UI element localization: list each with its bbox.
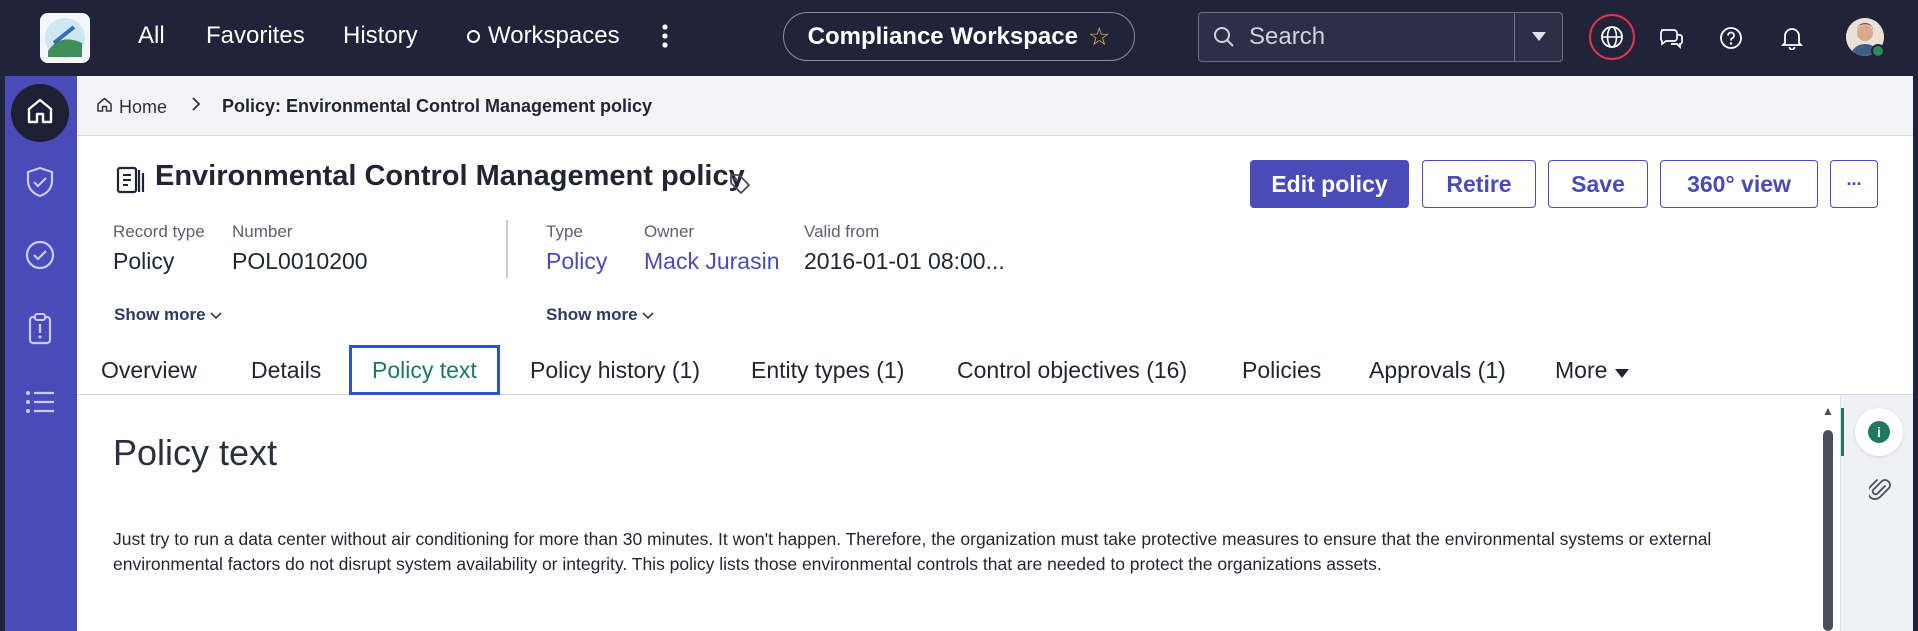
chevron-down-small-icon <box>642 305 654 324</box>
more-menu-icon[interactable] <box>660 22 670 57</box>
home-small-icon <box>96 96 113 118</box>
view-360-button[interactable]: 360° view <box>1660 160 1818 208</box>
tab-more[interactable]: More <box>1555 345 1630 395</box>
tab-approvals[interactable]: Approvals (1) <box>1369 345 1506 395</box>
valid-from-value: 2016-01-01 08:00... <box>804 248 1005 274</box>
tab-policy-history[interactable]: Policy history (1) <box>530 345 700 395</box>
breadcrumb-home[interactable]: Home <box>96 96 167 118</box>
number-value: POL0010200 <box>232 248 368 274</box>
save-button[interactable]: Save <box>1548 160 1648 208</box>
tab-details[interactable]: Details <box>251 345 321 395</box>
more-actions-button[interactable]: ··· <box>1830 160 1878 208</box>
app-logo[interactable] <box>40 13 90 63</box>
show-more-label: Show more <box>546 305 638 324</box>
show-more-left[interactable]: Show more <box>114 305 222 325</box>
show-more-label: Show more <box>114 305 206 324</box>
breadcrumb-home-label: Home <box>119 96 168 117</box>
home-icon <box>24 95 56 132</box>
search-input[interactable]: Search <box>1249 23 1325 51</box>
globe-icon[interactable] <box>1589 14 1635 60</box>
breadcrumb-current: Policy: Environmental Control Management… <box>222 96 653 116</box>
favorite-star-icon[interactable]: ☆ <box>1088 22 1110 52</box>
list-icon[interactable] <box>21 383 59 421</box>
global-search[interactable]: Search <box>1198 12 1563 62</box>
tag-icon[interactable] <box>728 172 752 201</box>
search-scope-dropdown[interactable] <box>1514 13 1562 61</box>
workspace-title: Compliance Workspace <box>807 22 1078 50</box>
chat-icon[interactable] <box>1653 20 1689 56</box>
edit-policy-button[interactable]: Edit policy <box>1250 160 1409 208</box>
type-link[interactable]: Policy <box>546 248 607 275</box>
workspaces-circle-icon <box>467 29 480 43</box>
field-divider <box>506 220 508 278</box>
caret-down-icon <box>1615 357 1630 384</box>
record-tabs: Overview Details Policy text Policy hist… <box>77 345 1918 395</box>
page-title: Environmental Control Management policy <box>155 160 745 192</box>
nav-favorites[interactable]: Favorites <box>206 22 305 50</box>
tab-policies[interactable]: Policies <box>1242 345 1321 395</box>
record-type-label: Record type <box>113 222 205 241</box>
show-more-right[interactable]: Show more <box>546 305 654 325</box>
number-label: Number <box>232 222 293 241</box>
info-icon: i <box>1868 421 1890 443</box>
nav-history[interactable]: History <box>343 22 418 50</box>
tab-overview[interactable]: Overview <box>101 345 197 395</box>
record-type-value: Policy <box>113 248 175 274</box>
rail-edge <box>0 76 5 631</box>
left-rail <box>0 76 77 631</box>
owner-link[interactable]: Mack Jurasin <box>644 248 779 275</box>
type-label: Type <box>546 222 583 241</box>
window-frame-right <box>1913 76 1918 631</box>
owner-label: Owner <box>644 222 695 241</box>
tab-more-label: More <box>1555 356 1608 383</box>
shield-check-icon[interactable] <box>21 163 59 201</box>
rail-home-button[interactable] <box>11 84 69 142</box>
retire-button[interactable]: Retire <box>1422 160 1536 208</box>
clipboard-alert-icon[interactable] <box>21 310 59 348</box>
chevron-right-icon <box>190 94 202 120</box>
chevron-down-icon <box>1531 28 1546 46</box>
info-panel-button[interactable]: i <box>1855 408 1903 456</box>
bell-icon[interactable] <box>1774 20 1810 56</box>
nav-all[interactable]: All <box>138 22 165 50</box>
help-icon[interactable] <box>1713 20 1749 56</box>
nav-workspaces[interactable]: Workspaces <box>467 22 620 50</box>
workspace-selector[interactable]: Compliance Workspace ☆ <box>783 12 1135 61</box>
scrollbar-thumb[interactable] <box>1823 430 1833 631</box>
ellipsis-icon: ··· <box>1846 173 1863 194</box>
tab-control-objectives[interactable]: Control objectives (16) <box>957 345 1187 395</box>
paperclip-icon[interactable] <box>1864 474 1896 506</box>
valid-from-label: Valid from <box>804 222 880 241</box>
search-icon <box>1213 26 1235 48</box>
chevron-down-small-icon <box>210 305 222 324</box>
policy-text-body: Just try to run a data center without ai… <box>113 529 1712 574</box>
tab-entity-types[interactable]: Entity types (1) <box>751 345 904 395</box>
policy-document-icon <box>115 164 147 201</box>
section-title: Policy text <box>113 432 278 473</box>
tab-content <box>77 395 1825 631</box>
check-circle-icon[interactable] <box>21 236 59 274</box>
presence-status-icon <box>1871 44 1885 58</box>
nav-workspaces-label: Workspaces <box>488 22 620 49</box>
tab-policy-text[interactable]: Policy text <box>349 345 500 395</box>
active-panel-indicator <box>1841 408 1844 456</box>
scroll-up-arrow-icon[interactable]: ▲ <box>1822 405 1834 417</box>
